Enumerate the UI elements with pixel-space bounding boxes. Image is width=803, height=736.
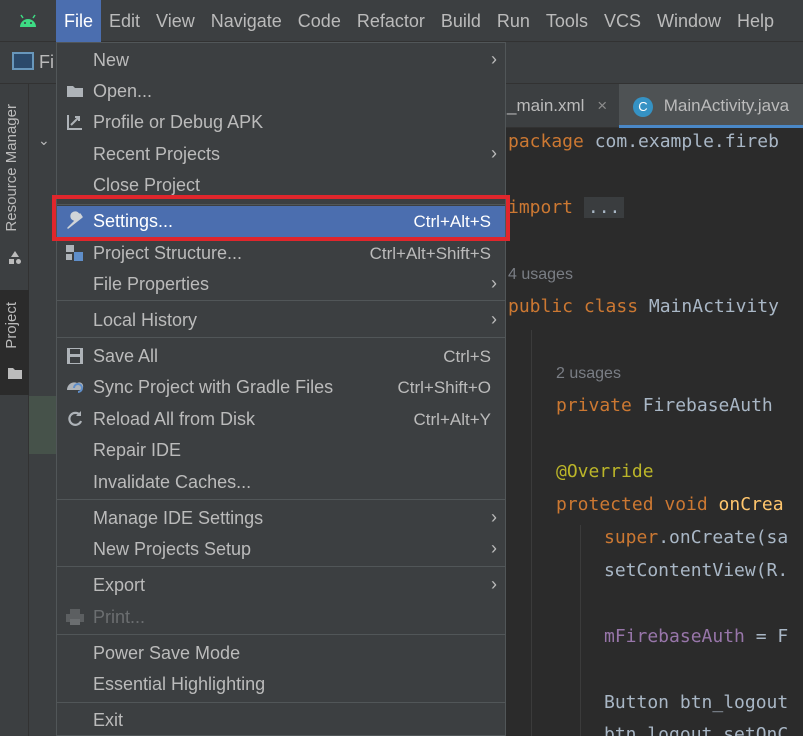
- reload-icon: [64, 408, 86, 430]
- menu-item-new[interactable]: New ›: [57, 45, 505, 76]
- menu-item-reload-from-disk[interactable]: Reload All from Disk Ctrl+Alt+Y: [57, 404, 505, 435]
- close-tab-icon[interactable]: ×: [597, 96, 607, 115]
- menu-item-open[interactable]: Open...: [57, 76, 505, 107]
- collapse-chevron-icon[interactable]: ⌄: [38, 132, 50, 149]
- menu-item-profile-debug-apk[interactable]: Profile or Debug APK: [57, 107, 505, 138]
- settings-highlight-box: [52, 195, 510, 241]
- menu-separator: [57, 300, 505, 301]
- code-line-package: package com.example.fireb: [508, 131, 779, 152]
- folder-icon: [64, 80, 86, 102]
- indent-guide: [531, 330, 532, 736]
- save-icon: [64, 345, 86, 367]
- menu-navigate[interactable]: Navigate: [203, 0, 290, 42]
- menu-separator: [57, 566, 505, 567]
- submenu-arrow-icon: ›: [491, 49, 497, 69]
- menu-help[interactable]: Help: [729, 0, 782, 42]
- tab-label: MainActivity.java: [663, 96, 790, 115]
- android-studio-logo-icon[interactable]: [0, 0, 56, 42]
- code-line-listener: btn_logout.setOnC: [604, 724, 789, 736]
- menu-window[interactable]: Window: [649, 0, 729, 42]
- java-class-icon: C: [633, 96, 653, 117]
- menu-item-sync-gradle[interactable]: Sync Project with Gradle Files Ctrl+Shif…: [57, 372, 505, 403]
- project-structure-icon: [64, 242, 86, 264]
- project-tree-selection: [29, 396, 59, 454]
- menu-item-file-properties[interactable]: File Properties ›: [57, 269, 505, 300]
- code-line-field: private FirebaseAuth: [556, 395, 773, 416]
- menu-file[interactable]: File: [56, 0, 102, 42]
- menu-tools[interactable]: Tools: [538, 0, 596, 42]
- tab-mainactivity-java[interactable]: C MainActivity.java: [619, 84, 803, 128]
- code-line-button: Button btn_logout: [604, 692, 789, 713]
- menu-build[interactable]: Build: [433, 0, 489, 42]
- gradle-sync-icon: [64, 376, 86, 398]
- menu-item-power-save-mode[interactable]: Power Save Mode: [57, 638, 505, 669]
- tab-label: _main.xml: [507, 96, 585, 115]
- submenu-arrow-icon: ›: [491, 538, 497, 558]
- file-menu-dropdown: New › Open... Profile or Debug APK Recen…: [56, 42, 506, 736]
- menu-separator: [57, 499, 505, 500]
- menu-item-project-structure[interactable]: Project Structure... Ctrl+Alt+Shift+S: [57, 238, 505, 269]
- menu-vcs[interactable]: VCS: [596, 0, 649, 42]
- menu-run[interactable]: Run: [489, 0, 538, 42]
- indent-guide: [580, 525, 581, 736]
- submenu-arrow-icon: ›: [491, 574, 497, 594]
- menu-item-new-projects-setup[interactable]: New Projects Setup ›: [57, 534, 505, 565]
- menu-item-repair-ide[interactable]: Repair IDE: [57, 435, 505, 466]
- project-window-icon[interactable]: [12, 52, 34, 70]
- menu-view[interactable]: View: [148, 0, 203, 42]
- submenu-arrow-icon: ›: [491, 507, 497, 527]
- menu-code[interactable]: Code: [290, 0, 349, 42]
- usages-hint[interactable]: 4 usages: [508, 266, 573, 284]
- code-line-auth: mFirebaseAuth = F: [604, 626, 789, 647]
- usages-hint[interactable]: 2 usages: [556, 365, 621, 383]
- project-folder-icon: [7, 364, 23, 385]
- menu-item-manage-ide-settings[interactable]: Manage IDE Settings ›: [57, 503, 505, 534]
- menu-bar: File Edit View Navigate Code Refactor Bu…: [0, 0, 803, 42]
- submenu-arrow-icon: ›: [491, 273, 497, 293]
- folded-imports[interactable]: ...: [583, 197, 625, 218]
- code-line-override: @Override: [556, 461, 654, 482]
- menu-item-exit[interactable]: Exit: [57, 705, 505, 736]
- project-tab[interactable]: Project: [3, 302, 20, 349]
- menu-separator: [57, 337, 505, 338]
- code-line-super: super.onCreate(sa: [604, 527, 789, 548]
- resource-manager-tab[interactable]: Resource Manager: [3, 104, 20, 232]
- toolbar-project-name[interactable]: Fi: [39, 52, 54, 73]
- resource-manager-icon: [7, 250, 23, 271]
- submenu-arrow-icon: ›: [491, 143, 497, 163]
- code-line-class: public class MainActivity: [508, 296, 779, 317]
- menu-item-recent-projects[interactable]: Recent Projects ›: [57, 139, 505, 170]
- menu-separator: [57, 634, 505, 635]
- menu-refactor[interactable]: Refactor: [349, 0, 433, 42]
- profile-apk-icon: [64, 111, 86, 133]
- code-line-setcontentview: setContentView(R.: [604, 560, 789, 581]
- menu-item-export[interactable]: Export ›: [57, 570, 505, 601]
- code-line-import: import ...: [508, 197, 625, 218]
- printer-icon: [64, 606, 86, 628]
- menu-item-invalidate-caches[interactable]: Invalidate Caches...: [57, 467, 505, 498]
- submenu-arrow-icon: ›: [491, 309, 497, 329]
- code-line-oncreate: protected void onCrea: [556, 494, 784, 515]
- menu-item-local-history[interactable]: Local History ›: [57, 305, 505, 336]
- tab-activity-main-xml[interactable]: _main.xml ×: [507, 84, 617, 128]
- menu-item-print: Print...: [57, 602, 505, 633]
- menu-item-essential-highlighting[interactable]: Essential Highlighting: [57, 669, 505, 700]
- menu-separator: [57, 702, 505, 703]
- menu-item-save-all[interactable]: Save All Ctrl+S: [57, 341, 505, 372]
- menu-edit[interactable]: Edit: [101, 0, 148, 42]
